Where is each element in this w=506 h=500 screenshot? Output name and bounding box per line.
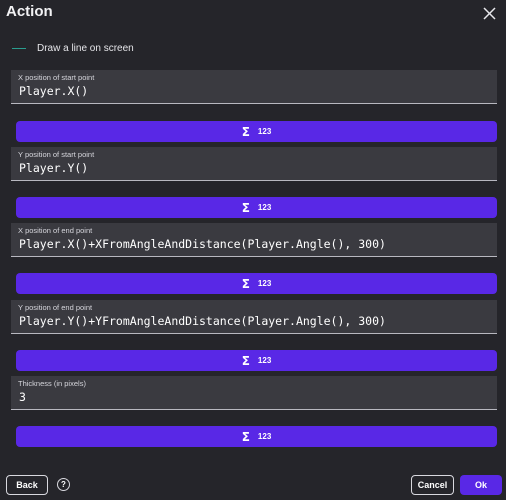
y-end-field[interactable]: Y position of end point Player.Y()+YFrom…	[11, 300, 497, 334]
y-start-field[interactable]: Y position of start point Player.Y()	[11, 147, 497, 181]
thickness-value[interactable]: 3	[19, 390, 26, 404]
close-icon[interactable]	[480, 4, 498, 22]
thickness-field[interactable]: Thickness (in pixels) 3	[11, 376, 497, 410]
y-start-label: Y position of start point	[18, 150, 95, 159]
sigma-icon: Σ	[241, 353, 250, 368]
x-start-label: X position of start point	[18, 73, 95, 82]
action-description-text: Draw a line on screen	[37, 42, 134, 54]
ok-button[interactable]: Ok	[460, 475, 502, 495]
x-end-value[interactable]: Player.X()+XFromAngleAndDistance(Player.…	[19, 237, 386, 251]
expression-button-label: 123	[257, 432, 272, 441]
sigma-icon: Σ	[241, 429, 250, 444]
expression-button-y-start[interactable]: Σ 123	[16, 197, 497, 218]
expression-button-label: 123	[257, 127, 272, 136]
expression-button-label: 123	[257, 203, 272, 212]
x-start-value[interactable]: Player.X()	[19, 84, 88, 98]
cancel-button[interactable]: Cancel	[411, 475, 454, 495]
action-dialog: Action Draw a line on screen X position …	[0, 0, 506, 500]
help-icon[interactable]: ?	[57, 478, 70, 491]
expression-button-x-start[interactable]: Σ 123	[16, 121, 497, 142]
thickness-label: Thickness (in pixels)	[18, 379, 86, 388]
line-icon	[12, 47, 26, 49]
expression-button-label: 123	[257, 356, 272, 365]
dialog-header: Action	[0, 0, 506, 26]
dialog-title: Action	[6, 3, 53, 20]
expression-button-label: 123	[257, 279, 272, 288]
y-end-value[interactable]: Player.Y()+YFromAngleAndDistance(Player.…	[19, 314, 386, 328]
x-end-label: X position of end point	[18, 226, 93, 235]
expression-button-thickness[interactable]: Σ 123	[16, 426, 497, 447]
y-start-value[interactable]: Player.Y()	[19, 161, 88, 175]
y-end-label: Y position of end point	[18, 303, 93, 312]
x-end-field[interactable]: X position of end point Player.X()+XFrom…	[11, 223, 497, 257]
action-description: Draw a line on screen	[12, 40, 134, 56]
sigma-icon: Σ	[241, 200, 250, 215]
x-start-field[interactable]: X position of start point Player.X()	[11, 70, 497, 104]
back-button[interactable]: Back	[6, 475, 48, 495]
expression-button-x-end[interactable]: Σ 123	[16, 273, 497, 294]
expression-button-y-end[interactable]: Σ 123	[16, 350, 497, 371]
sigma-icon: Σ	[241, 124, 250, 139]
sigma-icon: Σ	[241, 276, 250, 291]
